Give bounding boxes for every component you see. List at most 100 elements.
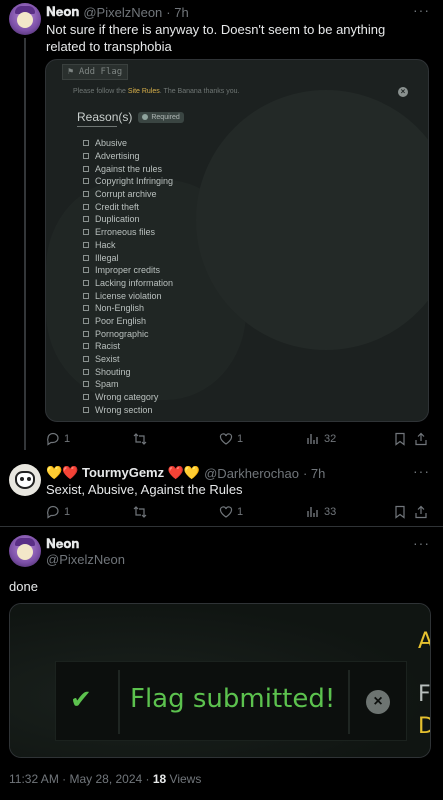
reason-label: Lacking information: [95, 277, 174, 288]
checkbox-icon: [83, 368, 89, 375]
reply-button[interactable]: 1: [46, 505, 70, 519]
reason-label: Shouting: [95, 366, 131, 377]
handle[interactable]: @Darkherochao: [204, 466, 299, 481]
reason-label: Sexist: [95, 354, 120, 365]
reason-label: Hack: [95, 239, 116, 250]
reason-label: Illegal: [95, 252, 119, 263]
reason-option: Poor English: [83, 315, 173, 328]
thread-line: [24, 38, 26, 450]
reason-label: Abusive: [95, 138, 128, 149]
checkbox-icon: [83, 254, 89, 261]
reason-option: Advertising: [83, 150, 173, 163]
flag-icon: ⚑: [68, 67, 79, 77]
checkbox-icon: [83, 165, 89, 172]
side-letter: A: [418, 629, 430, 654]
retweet-button[interactable]: [133, 505, 147, 519]
side-letter: D: [418, 714, 430, 739]
reason-option: Wrong category: [83, 391, 173, 404]
reason-label: Copyright Infringing: [95, 176, 174, 187]
reason-label: License violation: [95, 290, 162, 301]
attached-image[interactable]: ✔ Flag submitted! × A F D: [9, 603, 431, 758]
retweet-icon: [133, 506, 147, 518]
like-button[interactable]: 1: [219, 505, 243, 519]
reason-option: Sexist: [83, 353, 173, 366]
analytics-icon: [307, 434, 318, 444]
views-button[interactable]: 32: [306, 432, 336, 446]
checkbox-icon: [83, 406, 89, 413]
retweet-button[interactable]: [133, 432, 147, 446]
more-options-icon[interactable]: ···: [413, 2, 430, 18]
reason-option: Abusive: [83, 137, 173, 150]
bookmark-icon: [395, 432, 405, 446]
reason-label: Spam: [95, 379, 119, 390]
display-name[interactable]: 𝐍𝐞𝐨𝐧: [46, 536, 79, 552]
reason-option: Shouting: [83, 365, 173, 378]
reason-label: Advertising: [95, 151, 140, 162]
checkbox-icon: [83, 229, 89, 236]
reason-label: Pornographic: [95, 328, 149, 339]
checkbox-icon: [83, 191, 89, 198]
tweet-meta[interactable]: 11:32 AM · May 28, 2024 · 18 Views: [9, 772, 201, 786]
display-name[interactable]: 𝐍𝐞𝐨𝐧: [46, 4, 79, 20]
reason-label: Corrupt archive: [95, 189, 157, 200]
like-button[interactable]: 1: [219, 432, 243, 446]
display-name[interactable]: 💛❤️ TourmyGemz ❤️💛: [46, 465, 200, 481]
bookmark-button[interactable]: [393, 505, 407, 519]
avatar[interactable]: [9, 3, 41, 35]
close-icon: ×: [398, 87, 408, 97]
divider: [0, 526, 443, 527]
reason-option: Racist: [83, 340, 173, 353]
reason-option: Wrong section: [83, 403, 173, 416]
more-options-icon[interactable]: ···: [413, 535, 430, 551]
reason-label: Non-English: [95, 303, 145, 314]
reason-option: Lacking information: [83, 277, 173, 290]
checkbox-icon: [83, 356, 89, 363]
reason-label: Racist: [95, 341, 121, 352]
reply-button[interactable]: 1: [46, 432, 70, 446]
timestamp[interactable]: · 7h: [166, 5, 188, 20]
reply-icon: [47, 505, 59, 519]
reason-label: Credit theft: [95, 201, 140, 212]
reason-label: Duplication: [95, 214, 140, 225]
bookmark-button[interactable]: [393, 432, 407, 446]
heart-icon: [219, 433, 233, 445]
reason-option: Illegal: [83, 251, 173, 264]
toast-message: Flag submitted!: [130, 684, 336, 714]
reason-option: Against the rules: [83, 162, 173, 175]
checkbox-icon: [83, 140, 89, 147]
side-letter: F: [418, 682, 431, 707]
share-button[interactable]: [414, 505, 428, 519]
reason-option: Hack: [83, 239, 173, 252]
checkbox-icon: [83, 216, 89, 223]
avatar[interactable]: [9, 535, 41, 567]
reason-option: Credit theft: [83, 200, 173, 213]
reason-option: Corrupt archive: [83, 188, 173, 201]
reason-option: Duplication: [83, 213, 173, 226]
retweet-icon: [133, 433, 147, 445]
share-icon: [415, 505, 427, 519]
reasons-heading: Reason(s): [77, 110, 133, 124]
reason-label: Erroneous files: [95, 227, 156, 238]
tweet-text: Not sure if there is anyway to. Doesn't …: [46, 22, 386, 54]
share-icon: [415, 432, 427, 446]
reply-icon: [47, 432, 59, 446]
timestamp[interactable]: · 7h: [303, 466, 325, 481]
checkbox-icon: [83, 394, 89, 401]
site-rules-note: Please follow the Site Rules. The Banana…: [73, 88, 240, 95]
handle[interactable]: @PixelzNeon: [46, 552, 125, 567]
handle[interactable]: @PixelzNeon: [83, 5, 162, 20]
share-button[interactable]: [414, 432, 428, 446]
views-button[interactable]: 33: [306, 505, 336, 519]
reason-option: Improper credits: [83, 264, 173, 277]
separator: [348, 670, 350, 734]
close-icon: ×: [366, 690, 390, 714]
checkbox-icon: [83, 381, 89, 388]
attached-image[interactable]: ⚑ Add Flag Please follow the Site Rules.…: [45, 59, 429, 422]
reason-label: Wrong category: [95, 392, 159, 403]
checkbox-icon: [83, 343, 89, 350]
reason-option: Non-English: [83, 302, 173, 315]
more-options-icon[interactable]: ···: [413, 463, 430, 479]
checkbox-icon: [83, 317, 89, 324]
avatar[interactable]: [9, 464, 41, 496]
reason-label: Against the rules: [95, 163, 163, 174]
